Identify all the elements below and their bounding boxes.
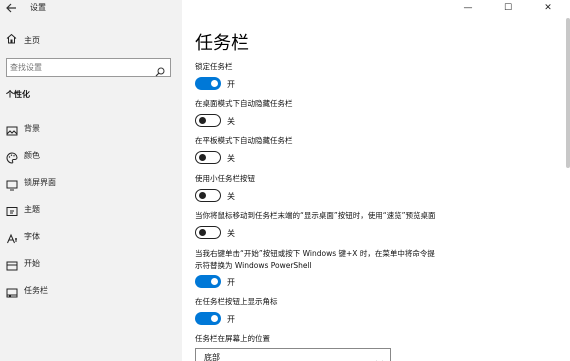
toggle-knob xyxy=(198,228,206,236)
app-title: 设置 xyxy=(30,3,46,12)
start-menu-icon xyxy=(6,257,18,271)
home-label: 主页 xyxy=(24,36,40,45)
font-icon xyxy=(6,230,18,244)
toggle-knob xyxy=(211,315,218,322)
minimize-button[interactable]: — xyxy=(450,0,486,16)
toggle-lock-taskbar[interactable] xyxy=(195,77,221,90)
lock-screen-icon xyxy=(6,176,18,191)
sidebar-item-fonts[interactable]: 字体 xyxy=(0,227,182,247)
section-title: 个性化 xyxy=(6,90,30,99)
close-button[interactable]: ✕ xyxy=(530,0,566,16)
toggle-knob xyxy=(211,278,218,285)
theme-brush-icon xyxy=(6,203,18,216)
toggle-knob xyxy=(198,191,206,199)
search-box[interactable] xyxy=(6,58,171,77)
chevron-down-icon xyxy=(375,352,384,361)
taskbar-position-label: 任务栏在屏幕上的位置 xyxy=(195,334,270,343)
toggle-state-label: 关 xyxy=(227,192,235,201)
sidebar-item-lock-screen[interactable]: 锁屏界面 xyxy=(0,173,182,193)
back-arrow-icon[interactable] xyxy=(5,2,21,16)
page-title: 任务栏 xyxy=(195,33,249,54)
taskbar-icon xyxy=(6,284,18,298)
sidebar-item-start[interactable]: 开始 xyxy=(0,254,182,274)
sidebar-item-label: 字体 xyxy=(24,232,40,241)
sidebar-item-label: 主题 xyxy=(24,205,40,214)
setting-label-small-buttons: 使用小任务栏按钮 xyxy=(195,174,255,183)
toggle-knob xyxy=(198,116,206,124)
sidebar-item-label: 颜色 xyxy=(24,151,40,160)
taskbar-position-value: 底部 xyxy=(204,353,220,361)
toggle-autohide-desktop[interactable] xyxy=(195,114,221,127)
sidebar-item-background[interactable]: 背景 xyxy=(0,119,182,139)
toggle-state-label: 开 xyxy=(227,80,235,89)
toggle-knob xyxy=(198,153,206,161)
setting-label-autohide-desktop: 在桌面模式下自动隐藏任务栏 xyxy=(195,99,293,108)
setting-label-peek: 当你将鼠标移动到任务栏末端的“显示桌面”按钮时，使用“速览”预览桌面 xyxy=(195,211,436,220)
toggle-state-label: 关 xyxy=(227,154,235,163)
sidebar-item-label: 开始 xyxy=(24,259,40,268)
picture-icon xyxy=(6,122,18,136)
search-icon[interactable] xyxy=(155,62,166,77)
setting-label-autohide-tablet: 在平板模式下自动隐藏任务栏 xyxy=(195,136,293,145)
taskbar-position-dropdown[interactable]: 底部 xyxy=(195,348,391,361)
home-nav-item[interactable]: 主页 xyxy=(0,33,182,49)
scrollbar[interactable] xyxy=(566,18,570,168)
toggle-state-label: 开 xyxy=(227,315,235,324)
sidebar-item-themes[interactable]: 主题 xyxy=(0,200,182,220)
toggle-state-label: 开 xyxy=(227,278,235,287)
toggle-badges[interactable] xyxy=(195,312,221,325)
toggle-peek[interactable] xyxy=(195,226,221,239)
maximize-button[interactable]: ☐ xyxy=(490,0,526,16)
palette-icon xyxy=(6,149,18,164)
toggle-state-label: 关 xyxy=(227,117,235,126)
setting-label-lock-taskbar: 锁定任务栏 xyxy=(195,62,233,71)
sidebar-item-label: 背景 xyxy=(24,124,40,133)
sidebar-item-colors[interactable]: 颜色 xyxy=(0,146,182,166)
search-input[interactable] xyxy=(10,60,150,75)
setting-label-powershell: 当我右键单击“开始”按钮或按下 Windows 键+X 时，在菜单中将命令提 xyxy=(195,249,435,258)
main-panel: — ☐ ✕ 任务栏 锁定任务栏 开 在桌面模式下自动隐藏任务栏 关 在平板模式下… xyxy=(182,0,570,361)
toggle-knob xyxy=(211,80,218,87)
sidebar-item-label: 任务栏 xyxy=(24,286,48,295)
sidebar-item-label: 锁屏界面 xyxy=(24,178,56,187)
toggle-powershell[interactable] xyxy=(195,275,221,288)
home-icon xyxy=(6,33,18,47)
toggle-state-label: 关 xyxy=(227,229,235,238)
setting-label-badges: 在任务栏按钮上显示角标 xyxy=(195,297,278,306)
toggle-small-buttons[interactable] xyxy=(195,189,221,202)
setting-label-powershell-line2: 示符替换为 Windows PowerShell xyxy=(195,261,312,270)
toggle-autohide-tablet[interactable] xyxy=(195,151,221,164)
window-controls: — ☐ ✕ xyxy=(450,0,570,16)
sidebar: 设置 主页 个性化 背景 颜色 锁屏界面 主题 xyxy=(0,0,182,361)
sidebar-item-taskbar[interactable]: 任务栏 xyxy=(0,281,182,301)
